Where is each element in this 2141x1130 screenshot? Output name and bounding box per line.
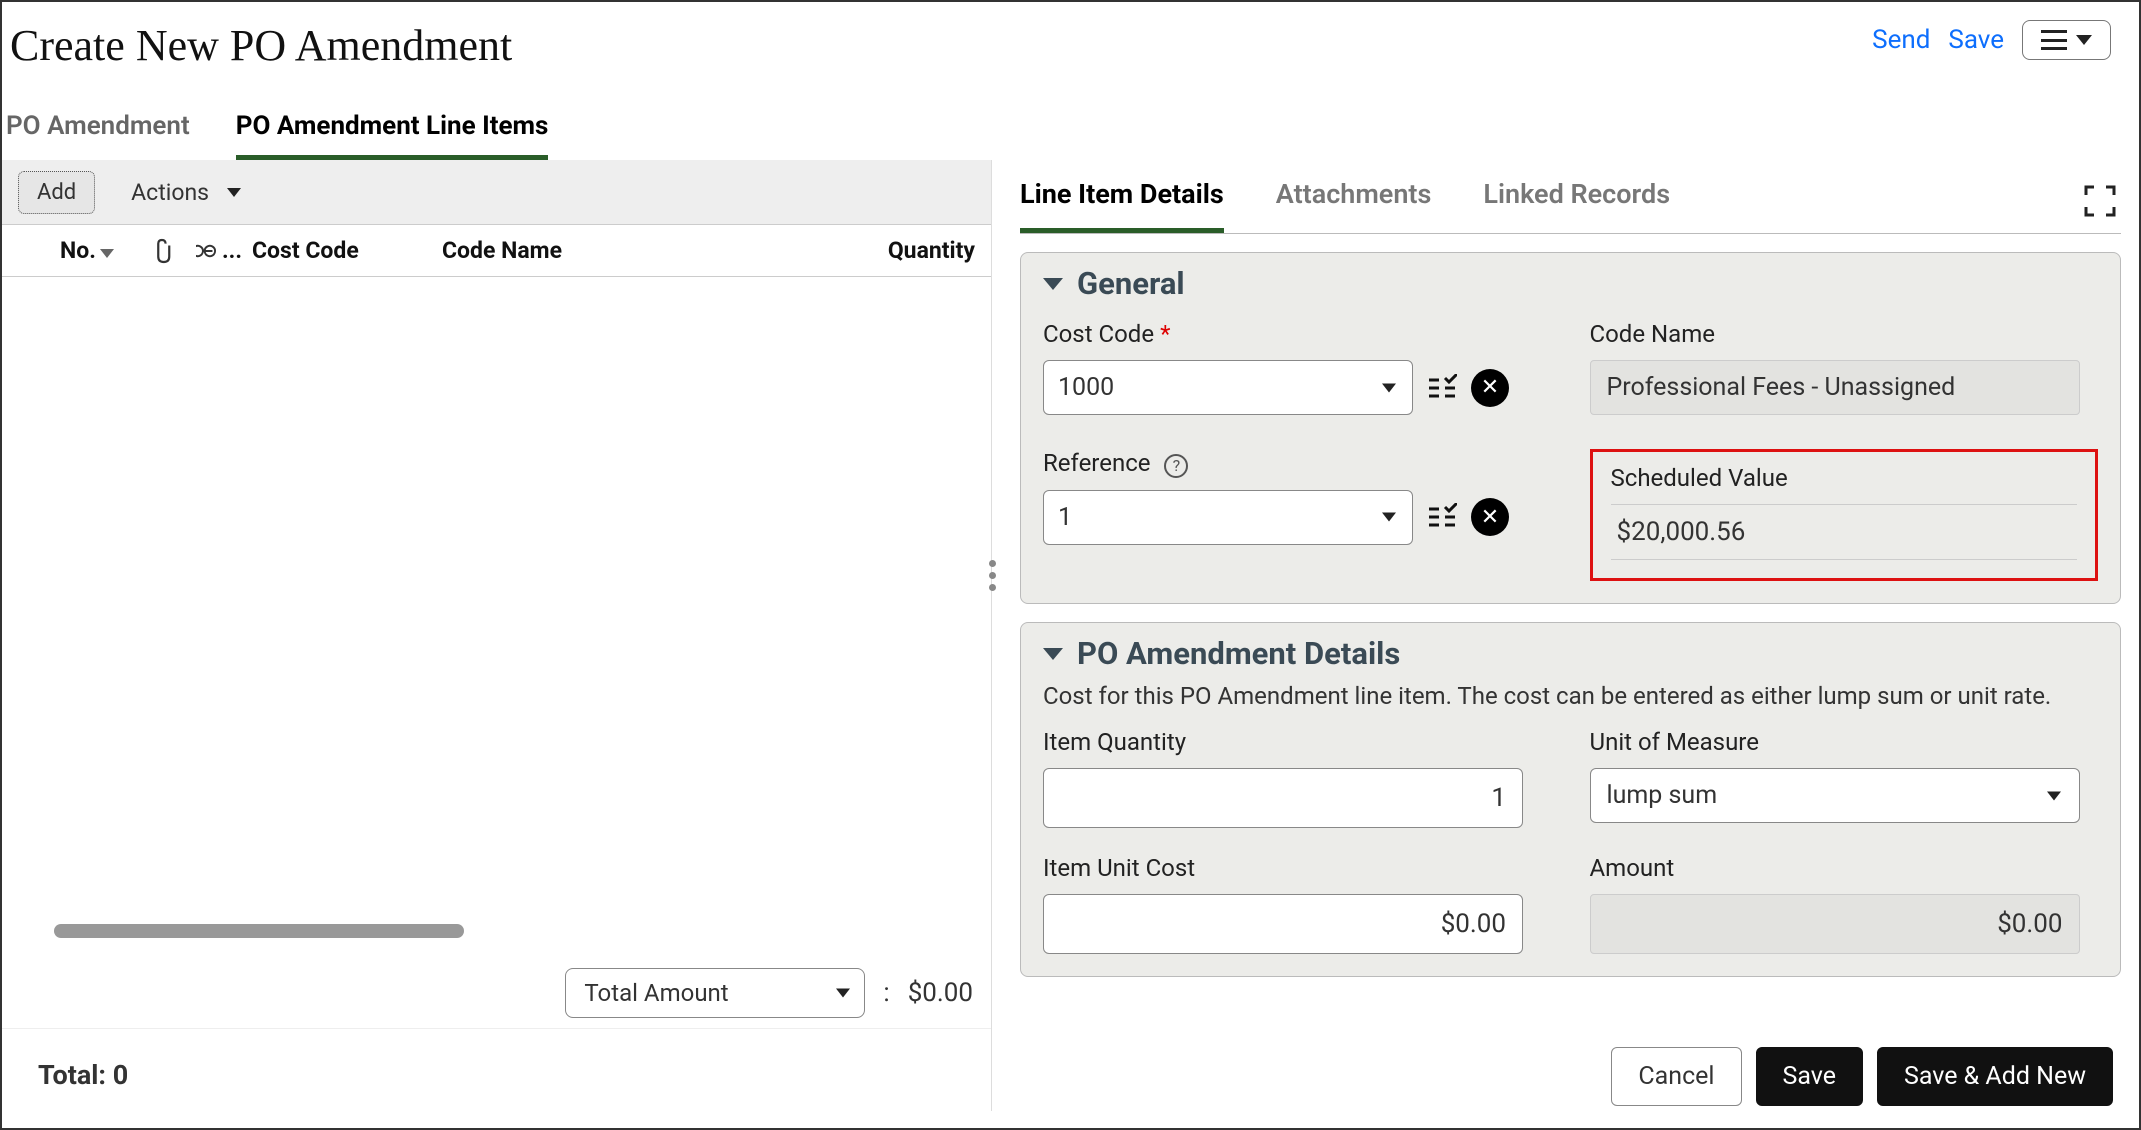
col-attachment[interactable] (150, 238, 196, 264)
unit-of-measure-select[interactable]: lump sum (1590, 768, 2080, 823)
cost-code-clear-button[interactable]: ✕ (1471, 369, 1509, 407)
scheduled-value-block: Scheduled Value $20,000.56 (1590, 449, 2099, 581)
actions-label: Actions (131, 179, 209, 206)
col-no[interactable]: No. (60, 237, 150, 264)
add-button[interactable]: Add (18, 171, 95, 214)
caret-down-icon (2076, 35, 2092, 45)
section-po-details-header[interactable]: PO Amendment Details (1043, 635, 2098, 672)
close-icon: ✕ (1481, 505, 1499, 530)
cost-code-label: Cost Code* (1043, 320, 1552, 348)
expand-button[interactable] (2083, 184, 2117, 218)
item-unit-cost-label: Item Unit Cost (1043, 854, 1552, 882)
chevron-down-icon (1043, 648, 1063, 660)
item-quantity-input[interactable]: 1 (1043, 768, 1523, 828)
help-icon[interactable]: ? (1164, 454, 1188, 478)
caret-down-icon (1382, 513, 1396, 522)
amount-label: Amount (1590, 854, 2099, 882)
section-po-amendment-details: PO Amendment Details Cost for this PO Am… (1020, 622, 2121, 977)
reference-label: Reference ? (1043, 449, 1552, 478)
reference-select[interactable]: 1 (1043, 490, 1413, 545)
caret-down-icon (1382, 383, 1396, 392)
code-name-value: Professional Fees - Unassigned (1590, 360, 2080, 415)
page-title: Create New PO Amendment (10, 20, 512, 71)
actions-dropdown[interactable]: Actions (131, 179, 241, 206)
item-quantity-label: Item Quantity (1043, 728, 1552, 756)
section-po-details-desc: Cost for this PO Amendment line item. Th… (1043, 682, 2098, 710)
section-general-header[interactable]: General (1043, 265, 2098, 302)
total-count-label: Total: (38, 1059, 106, 1091)
more-menu-button[interactable] (2022, 20, 2111, 60)
cost-code-picker-button[interactable] (1427, 374, 1457, 402)
cost-code-value: 1000 (1058, 373, 1114, 402)
item-unit-cost-input[interactable]: $0.00 (1043, 894, 1523, 954)
section-general-title: General (1077, 265, 1185, 302)
section-po-details-title: PO Amendment Details (1077, 635, 1400, 672)
total-count-value: 0 (113, 1059, 129, 1091)
tab-po-amendment[interactable]: PO Amendment (6, 111, 190, 160)
total-amount-select-label: Total Amount (584, 979, 728, 1007)
col-no-label: No. (60, 237, 96, 264)
total-amount-value: $0.00 (908, 978, 973, 1008)
cancel-button[interactable]: Cancel (1611, 1047, 1741, 1106)
close-icon: ✕ (1481, 375, 1499, 400)
col-quantity[interactable]: Quantity (835, 237, 975, 264)
link-icon (196, 241, 222, 261)
save-link[interactable]: Save (1948, 25, 2004, 55)
code-name-label: Code Name (1590, 320, 2099, 348)
hamburger-icon (2041, 30, 2067, 50)
sort-caret-icon (100, 249, 114, 258)
tab-po-amendment-line-items[interactable]: PO Amendment Line Items (236, 111, 549, 160)
col-linked-ellipsis: ... (222, 237, 242, 264)
reference-clear-button[interactable]: ✕ (1471, 498, 1509, 536)
caret-down-icon (836, 989, 850, 998)
caret-down-icon (227, 188, 241, 197)
save-add-new-button[interactable]: Save & Add New (1877, 1047, 2113, 1106)
save-button[interactable]: Save (1756, 1047, 1863, 1106)
send-link[interactable]: Send (1872, 25, 1930, 55)
expand-icon (2083, 184, 2117, 218)
total-count: Total: 0 (2, 1028, 991, 1111)
col-linked[interactable]: ... (196, 237, 252, 264)
unit-of-measure-value: lump sum (1607, 781, 1718, 810)
chevron-down-icon (1043, 278, 1063, 290)
reference-value: 1 (1058, 503, 1072, 532)
picker-icon (1427, 503, 1457, 531)
picker-icon (1427, 374, 1457, 402)
scheduled-value: $20,000.56 (1611, 504, 2078, 560)
table-header: No. ... Cost Code Code Name Quantity (2, 225, 991, 277)
section-general: General Cost Code* 1000 (1020, 252, 2121, 604)
total-amount-select[interactable]: Total Amount (565, 968, 865, 1018)
paperclip-icon (150, 238, 172, 264)
horizontal-scrollbar[interactable] (54, 924, 464, 938)
cost-code-select[interactable]: 1000 (1043, 360, 1413, 415)
tab-linked-records[interactable]: Linked Records (1483, 178, 1670, 233)
table-body (2, 277, 991, 950)
col-code-name[interactable]: Code Name (432, 237, 835, 264)
scheduled-value-label: Scheduled Value (1611, 464, 2078, 492)
tab-attachments[interactable]: Attachments (1276, 178, 1432, 233)
caret-down-icon (2047, 791, 2061, 800)
col-cost-code[interactable]: Cost Code (252, 237, 432, 264)
amount-value: $0.00 (1590, 894, 2080, 954)
reference-picker-button[interactable] (1427, 503, 1457, 531)
unit-of-measure-label: Unit of Measure (1590, 728, 2099, 756)
tab-line-item-details[interactable]: Line Item Details (1020, 178, 1224, 233)
pane-resize-handle[interactable] (989, 560, 996, 591)
total-colon: : (883, 978, 889, 1008)
